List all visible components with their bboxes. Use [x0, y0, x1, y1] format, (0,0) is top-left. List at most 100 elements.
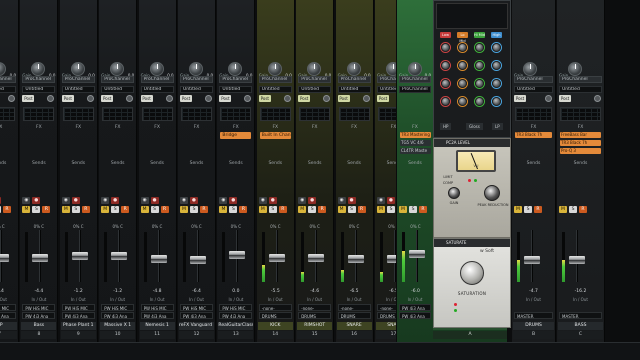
preset-field[interactable]: Untitled — [514, 86, 553, 93]
track-name[interactable]: HP — [0, 322, 17, 330]
track-name[interactable]: DRUMS — [513, 322, 554, 330]
post-button[interactable]: Post — [180, 95, 192, 102]
gain-knob[interactable] — [31, 62, 46, 76]
fader-cap[interactable] — [569, 256, 585, 264]
fader-cap[interactable] — [347, 255, 364, 263]
eq-knob[interactable] — [475, 97, 484, 106]
fader-cap[interactable] — [229, 251, 246, 259]
eq-band-0-label[interactable]: Low — [440, 32, 451, 38]
post-button[interactable]: Post — [377, 95, 389, 102]
volume-fader[interactable] — [62, 230, 95, 286]
volume-value[interactable]: -1.2 — [63, 289, 94, 294]
pan-value[interactable]: 0% C — [142, 224, 173, 229]
input-selector[interactable]: PW HiS MIC — [180, 304, 213, 311]
volume-value[interactable]: -5.5 — [260, 289, 291, 294]
read-automation-button[interactable]: R — [357, 206, 366, 213]
fx-slot-2[interactable]: TG5 VC 4/6 — [400, 140, 431, 146]
fx-slot-0[interactable]: FreeBass Bar — [560, 132, 601, 138]
input-selector[interactable]: -none- — [298, 304, 332, 311]
read-automation-button[interactable]: R — [3, 206, 11, 213]
eq-band-1-label[interactable]: Lo Mid — [457, 32, 468, 43]
input-echo-button[interactable]: ◉ — [61, 197, 70, 204]
volume-fader[interactable] — [338, 230, 371, 286]
volume-fader[interactable] — [0, 230, 16, 286]
eq-thumbnail[interactable] — [338, 107, 370, 121]
volume-fader[interactable] — [559, 230, 602, 286]
volume-fader[interactable] — [298, 230, 331, 286]
fx-slot-0[interactable]: TR3 Black 7h — [515, 132, 552, 138]
volume-value[interactable]: -4.6 — [299, 289, 330, 294]
post-button[interactable]: Post — [258, 95, 271, 102]
read-automation-button[interactable]: R — [579, 206, 587, 213]
pan-value[interactable]: 0% C — [299, 224, 330, 229]
post-button[interactable]: Post — [140, 95, 153, 102]
fader-cap[interactable] — [32, 254, 49, 262]
preset-field[interactable]: Untitled — [22, 86, 56, 93]
preset-field[interactable]: Untitled — [219, 86, 253, 93]
power-icon[interactable] — [594, 95, 601, 102]
mute-button[interactable]: M — [140, 206, 149, 213]
fx-slot-1[interactable]: TR3 Mastering — [400, 132, 431, 138]
volume-fader[interactable] — [141, 230, 174, 286]
prochannel-button[interactable]: ProChannel — [101, 76, 135, 83]
saturator-title[interactable]: SATURATE — [434, 239, 510, 247]
input-selector[interactable]: PW HiS MIC — [140, 304, 174, 311]
solo-button[interactable]: S — [409, 206, 417, 213]
prochannel-button[interactable]: ProChannel — [0, 76, 16, 83]
track-name[interactable]: Nemesis 1 — [139, 322, 175, 330]
gain-knob[interactable] — [346, 62, 361, 76]
eq-thumbnail[interactable] — [560, 107, 601, 121]
input-echo-button[interactable]: ◉ — [337, 197, 346, 204]
output-selector[interactable]: PW 4i3 Ana — [140, 312, 174, 319]
power-icon[interactable] — [244, 95, 252, 102]
solo-button[interactable]: S — [190, 206, 198, 213]
record-button[interactable]: ● — [111, 197, 120, 204]
gain-knob[interactable] — [110, 62, 125, 76]
post-button[interactable]: Post — [337, 95, 350, 102]
power-icon[interactable] — [8, 95, 15, 102]
fader-cap[interactable] — [308, 254, 325, 262]
eq-filter-0-button[interactable]: HP — [440, 123, 452, 130]
output-selector[interactable]: MASTER — [514, 312, 553, 319]
eq-knob[interactable] — [475, 61, 484, 70]
master-volume-fader[interactable] — [399, 230, 431, 286]
record-button[interactable]: ● — [190, 197, 198, 204]
pan-value[interactable]: 0% C — [63, 224, 94, 229]
read-automation-button[interactable]: R — [239, 206, 248, 213]
mute-button[interactable]: M — [399, 206, 407, 213]
saturation-knob[interactable] — [460, 261, 484, 285]
fader-cap[interactable] — [71, 252, 88, 260]
volume-value[interactable]: -4.8 — [142, 289, 173, 294]
prochannel-button[interactable]: ProChannel — [22, 76, 56, 83]
eq-knob[interactable] — [458, 97, 467, 106]
post-button[interactable]: Post — [101, 95, 114, 102]
pan-value[interactable]: 0% C — [181, 224, 212, 229]
gain-knob[interactable] — [228, 62, 243, 76]
pan-value[interactable]: 0% C — [102, 224, 133, 229]
post-button[interactable]: Post — [219, 95, 232, 102]
power-icon[interactable] — [323, 95, 331, 102]
solo-button[interactable]: S — [524, 206, 532, 213]
gain-knob[interactable] — [448, 187, 460, 199]
eq-knob[interactable] — [441, 79, 450, 88]
eq-knob[interactable] — [475, 43, 484, 52]
mute-button[interactable]: M — [180, 206, 188, 213]
eq-knob[interactable] — [492, 61, 501, 70]
power-icon[interactable] — [126, 95, 134, 102]
preset-field[interactable]: ProChannel — [399, 86, 431, 93]
solo-button[interactable]: S — [347, 206, 356, 213]
output-selector[interactable]: DRUMS — [298, 312, 332, 319]
preset-field[interactable]: Untitled — [258, 86, 292, 93]
mute-button[interactable]: M — [337, 206, 346, 213]
pan-value[interactable]: 0% C — [0, 224, 15, 229]
record-button[interactable]: ● — [0, 197, 1, 204]
fx-slot-1[interactable]: TR3 Black 7h — [560, 140, 601, 146]
preset-field[interactable]: Untitled — [559, 86, 602, 93]
prochannel-button[interactable]: ProChannel — [399, 76, 431, 83]
eq-thumbnail[interactable] — [299, 107, 331, 121]
solo-button[interactable]: S — [71, 206, 80, 213]
volume-fader[interactable] — [180, 230, 213, 286]
gain-knob[interactable] — [408, 62, 422, 76]
eq-knob[interactable] — [458, 43, 467, 52]
eq-knob[interactable] — [441, 43, 450, 52]
